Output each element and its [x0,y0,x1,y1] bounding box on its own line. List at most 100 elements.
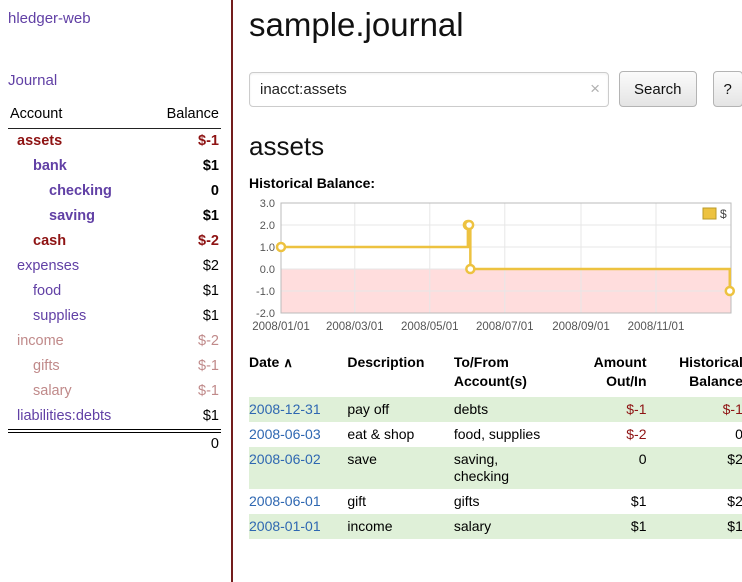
svg-text:2008/09/01: 2008/09/01 [552,321,610,333]
chart-title: Historical Balance: [249,175,742,191]
description-cell: gift [347,489,453,514]
account-link[interactable]: saving [49,208,95,224]
account-row: food $1 [8,279,221,304]
account-balance: $1 [146,404,221,431]
account-row: saving $1 [8,204,221,229]
col-amount-line1: Amount [555,353,646,372]
svg-text:2008/03/01: 2008/03/01 [326,321,384,333]
historical-balance-chart: $-2.0-1.00.01.02.03.02008/01/012008/03/0… [249,198,736,338]
account-link[interactable]: food [33,283,61,299]
balance-cell: $2 [647,489,742,514]
balance-cell: $2 [647,447,742,489]
svg-text:3.0: 3.0 [260,198,275,210]
sort-asc-icon: ∧ [283,355,293,370]
search-button[interactable]: Search [619,71,697,107]
accounts-cell: food, supplies [454,422,555,447]
account-balance: $1 [146,154,221,179]
accounts-total: 0 [146,431,221,457]
date-link[interactable]: 2008-12-31 [249,401,321,417]
account-balance: $1 [146,204,221,229]
chart-svg: $-2.0-1.00.01.02.03.02008/01/012008/03/0… [249,198,736,338]
account-link[interactable]: bank [33,158,67,174]
col-accounts-line2: Account(s) [454,372,547,391]
account-row: bank $1 [8,154,221,179]
register-table: Date ∧ Description To/From Account(s) Amo… [249,351,742,539]
account-balance: $1 [146,304,221,329]
account-link[interactable]: assets [17,133,62,149]
account-link[interactable]: supplies [33,308,86,324]
accounts-header-row: Account Balance [8,104,221,129]
search-input[interactable] [249,72,609,107]
accounts-total-row: 0 [8,431,221,457]
amount-cell: $-2 [555,422,646,447]
col-date-label: Date [249,354,279,370]
description-cell: save [347,447,453,489]
accounts-cell: debts [454,397,555,422]
col-balance-line2: Balance [647,372,742,391]
account-row: checking 0 [8,179,221,204]
account-heading: assets [249,131,742,162]
balance-cell: $1 [647,514,742,539]
clear-search-icon[interactable]: × [590,79,600,99]
amount-cell: $1 [555,514,646,539]
accounts-cell: salary [454,514,555,539]
account-link[interactable]: income [17,333,64,349]
amount-cell: $1 [555,489,646,514]
svg-text:1.0: 1.0 [260,242,275,254]
account-row: supplies $1 [8,304,221,329]
col-header-description: Description [347,351,453,397]
accounts-col-account: Account [8,104,146,129]
accounts-cell: gifts [454,489,555,514]
account-link[interactable]: expenses [17,258,79,274]
account-row: cash$-2 [8,229,221,254]
account-balance: $-1 [146,354,221,379]
account-link[interactable]: gifts [33,358,60,374]
account-row: liabilities:debts $1 [8,404,221,431]
col-header-accounts: To/From Account(s) [454,351,555,397]
description-cell: eat & shop [347,422,453,447]
svg-text:2008/05/01: 2008/05/01 [401,321,459,333]
date-link[interactable]: 2008-06-01 [249,493,321,509]
register-header-row: Date ∧ Description To/From Account(s) Amo… [249,351,742,397]
account-link[interactable]: checking [49,183,112,199]
table-row: 2008-06-02 save saving, checking 0 $2 [249,447,742,489]
balance-cell: $-1 [647,397,742,422]
col-amount-line2: Out/In [555,372,646,391]
app-title-link[interactable]: hledger-web [8,10,91,27]
date-link[interactable]: 2008-06-02 [249,451,321,467]
account-link[interactable]: cash [33,233,66,249]
account-row: assets $-1 [8,129,221,155]
svg-text:-2.0: -2.0 [256,308,275,320]
sidebar-item-journal[interactable]: Journal [8,72,57,89]
sidebar: hledger-web Journal Account Balance asse… [0,0,233,582]
amount-cell: $-1 [555,397,646,422]
page-title: sample.journal [249,6,742,44]
account-balance: $-1 [146,379,221,404]
account-row: expenses $2 [8,254,221,279]
svg-text:2.0: 2.0 [260,220,275,232]
svg-text:2008/07/01: 2008/07/01 [476,321,534,333]
date-link[interactable]: 2008-06-03 [249,426,321,442]
amount-cell: 0 [555,447,646,489]
col-balance-line1: Historical [647,353,742,372]
help-button[interactable]: ? [713,71,742,107]
account-link[interactable]: salary [33,383,72,399]
account-row: income $-2 [8,329,221,354]
account-balance: $-1 [146,129,221,155]
accounts-cell: saving, checking [454,447,555,489]
account-balance: 0 [146,179,221,204]
svg-text:-1.0: -1.0 [256,286,275,298]
account-balance: $-2 [146,329,221,354]
table-row: 2008-12-31 pay off debts $-1 $-1 [249,397,742,422]
col-header-date[interactable]: Date ∧ [249,351,347,397]
account-link[interactable]: liabilities:debts [17,408,111,424]
svg-text:2008/11/01: 2008/11/01 [628,321,685,333]
balance-cell: 0 [647,422,742,447]
account-balance: $2 [146,254,221,279]
main-content: sample.journal × Search ? assets Histori… [233,0,742,582]
table-row: 2008-06-01 gift gifts $1 $2 [249,489,742,514]
date-link[interactable]: 2008-01-01 [249,518,321,534]
account-row: gifts $-1 [8,354,221,379]
col-header-amount: Amount Out/In [555,351,646,397]
account-balance: $1 [146,279,221,304]
